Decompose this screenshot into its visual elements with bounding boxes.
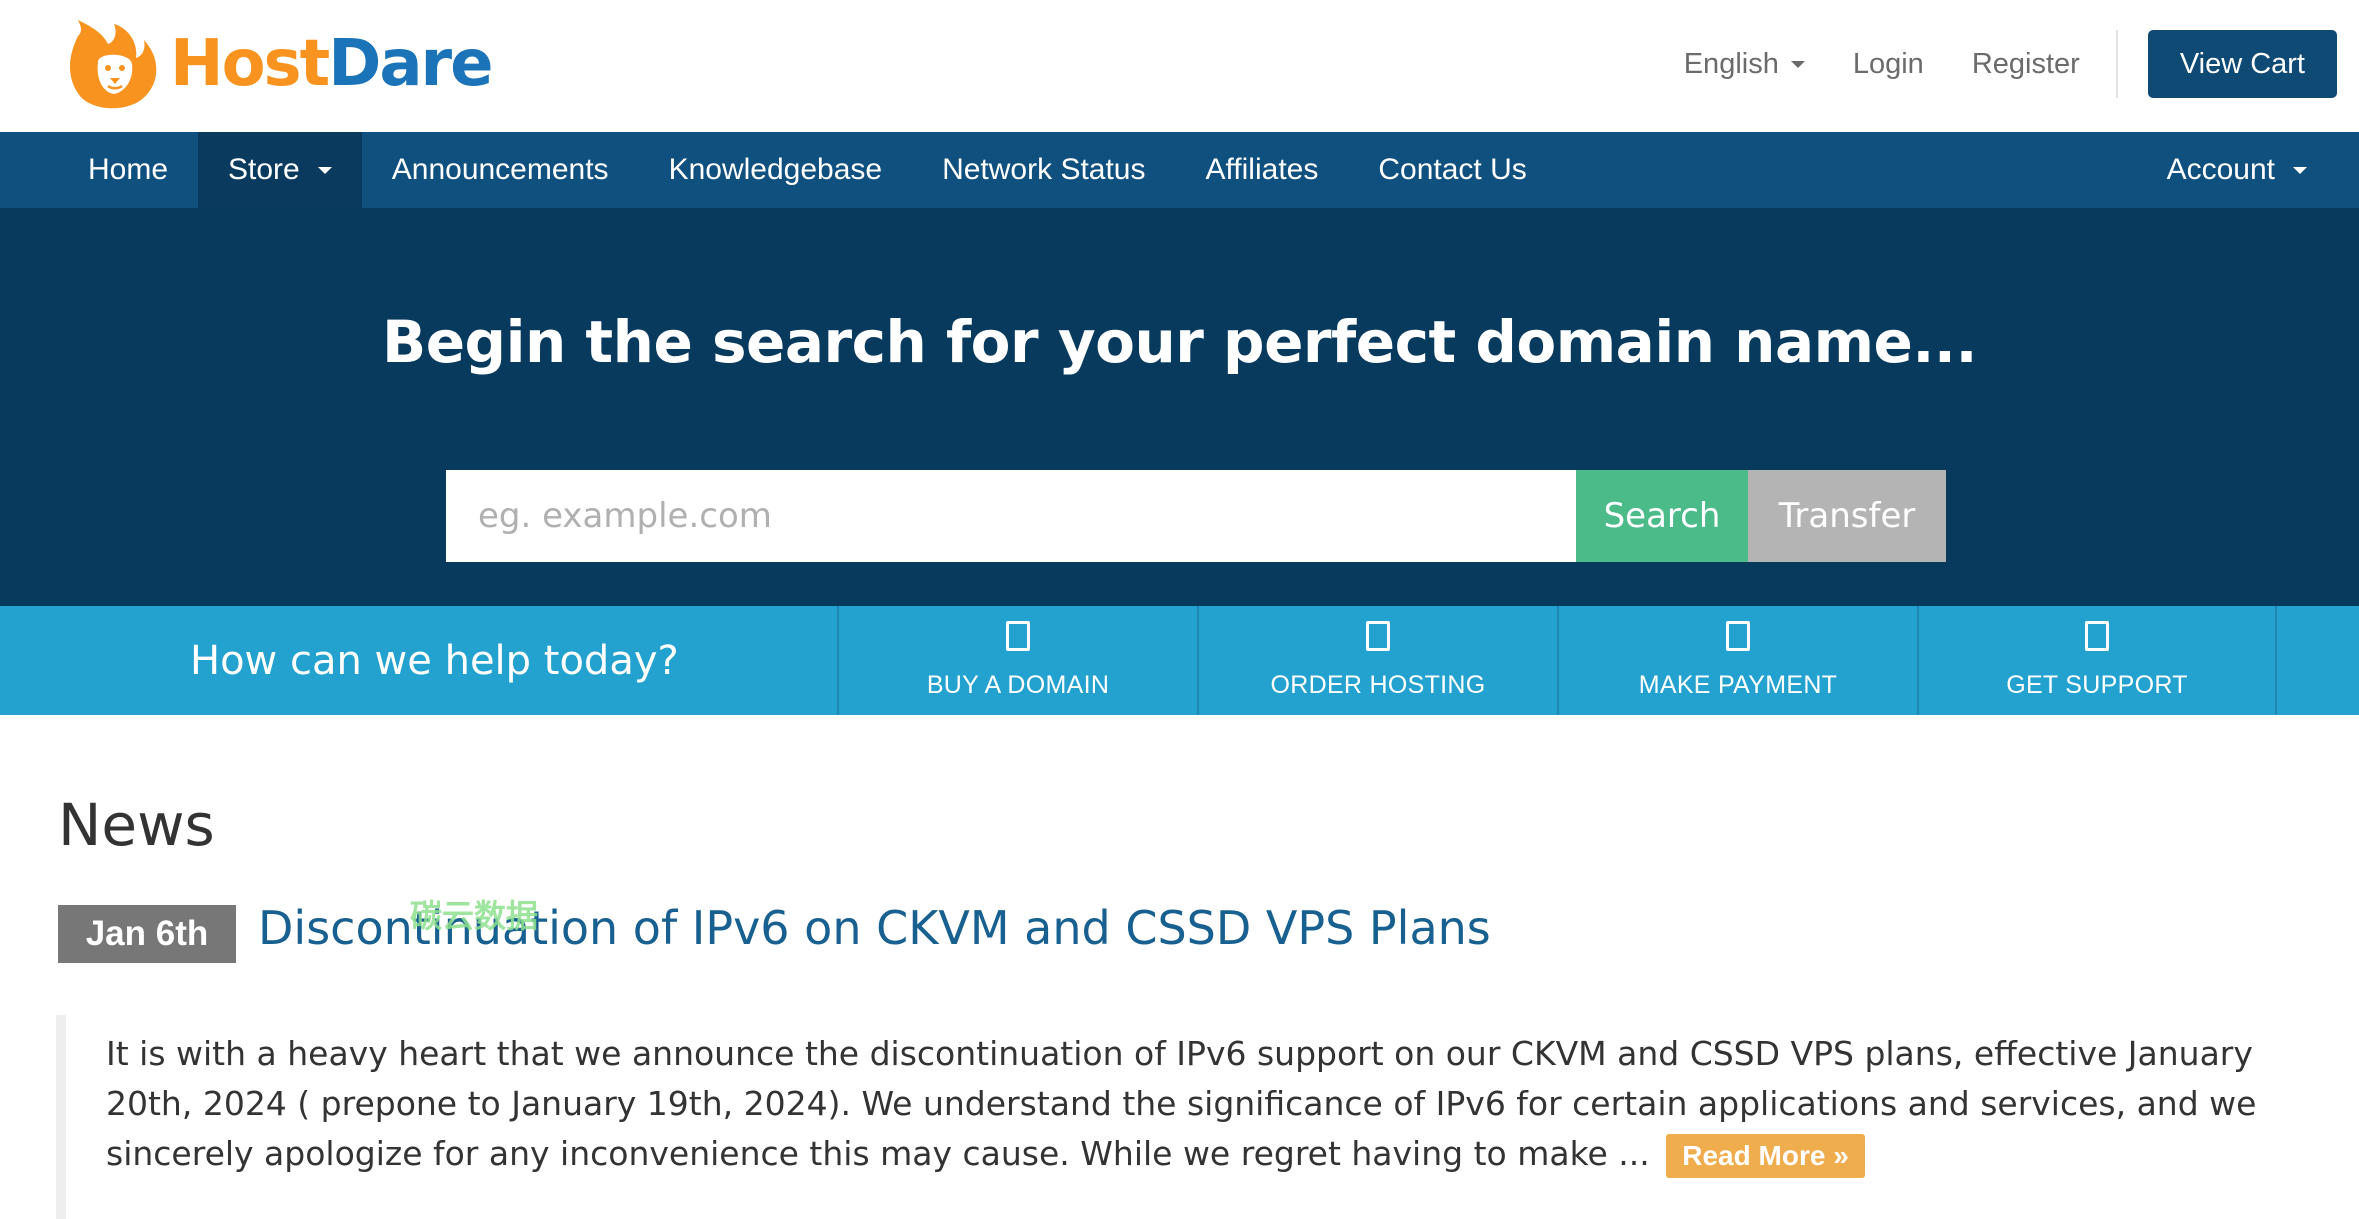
lion-flame-logo-icon — [70, 20, 157, 109]
help-buy-domain-label: BUY A DOMAIN — [926, 671, 1110, 699]
chevron-down-icon — [1790, 60, 1805, 68]
news-date-badge: Jan 6th — [58, 905, 236, 963]
brand-dare: Dare — [328, 27, 493, 101]
language-dropdown[interactable]: English — [1684, 48, 1805, 81]
server-icon — [1366, 621, 1390, 651]
view-cart-button[interactable]: View Cart — [2147, 30, 2337, 98]
credit-card-icon — [1726, 621, 1750, 651]
brand-wordmark: HostDare — [170, 32, 494, 96]
help-order-hosting-label: ORDER HOSTING — [1270, 671, 1486, 699]
read-more-button[interactable]: Read More » — [1666, 1133, 1865, 1178]
news-heading: News — [58, 791, 215, 859]
help-bar: How can we help today? BUY A DOMAIN ORDE… — [0, 606, 2359, 715]
register-link[interactable]: Register — [1972, 48, 2080, 81]
hero-title: Begin the search for your perfect domain… — [382, 308, 1978, 376]
chevron-down-icon — [317, 166, 332, 174]
search-button[interactable]: Search — [1576, 470, 1748, 562]
help-get-support[interactable]: GET SUPPORT — [1917, 606, 2277, 715]
globe-icon — [1006, 621, 1030, 651]
nav-account-label: Account — [2166, 153, 2275, 186]
watermark-text: 碳云数据 — [410, 897, 539, 935]
nav-contact-us[interactable]: Contact Us — [1348, 132, 1556, 208]
domain-search-hero: Begin the search for your perfect domain… — [0, 208, 2359, 606]
news-excerpt-text: It is with a heavy heart that we announc… — [106, 1034, 2257, 1173]
help-make-payment-label: MAKE PAYMENT — [1638, 671, 1838, 699]
utility-nav: English Login Register View Cart — [1636, 30, 2337, 98]
help-order-hosting[interactable]: ORDER HOSTING — [1197, 606, 1557, 715]
help-buy-domain[interactable]: BUY A DOMAIN — [837, 606, 1197, 715]
transfer-button[interactable]: Transfer — [1748, 470, 1946, 562]
nav-home[interactable]: Home — [58, 132, 198, 208]
main-navbar: Home Store Announcements Knowledgebase N… — [0, 132, 2359, 208]
help-get-support-label: GET SUPPORT — [2006, 671, 2188, 699]
nav-affiliates[interactable]: Affiliates — [1176, 132, 1349, 208]
brand-host: Host — [170, 27, 330, 101]
domain-search-input[interactable] — [446, 470, 1576, 562]
language-label: English — [1683, 47, 1779, 80]
help-title: How can we help today? — [190, 637, 679, 684]
domain-search-form: Search Transfer — [446, 470, 1946, 562]
topnav-divider — [2115, 30, 2118, 98]
login-link[interactable]: Login — [1853, 48, 1924, 81]
help-make-payment[interactable]: MAKE PAYMENT — [1557, 606, 1917, 715]
nav-store[interactable]: Store — [198, 132, 362, 208]
nav-store-label: Store — [228, 153, 300, 186]
nav-knowledgebase[interactable]: Knowledgebase — [639, 132, 913, 208]
nav-network-status[interactable]: Network Status — [912, 132, 1175, 208]
top-header: HostDare English Login Register View Car… — [0, 0, 2359, 132]
nav-account[interactable]: Account — [2137, 132, 2337, 208]
chevron-down-icon — [2293, 166, 2307, 174]
hostdare-logo[interactable]: HostDare — [58, 16, 494, 112]
support-icon — [2085, 621, 2109, 651]
nav-announcements[interactable]: Announcements — [362, 132, 639, 208]
news-excerpt: It is with a heavy heart that we announc… — [56, 1015, 2316, 1219]
